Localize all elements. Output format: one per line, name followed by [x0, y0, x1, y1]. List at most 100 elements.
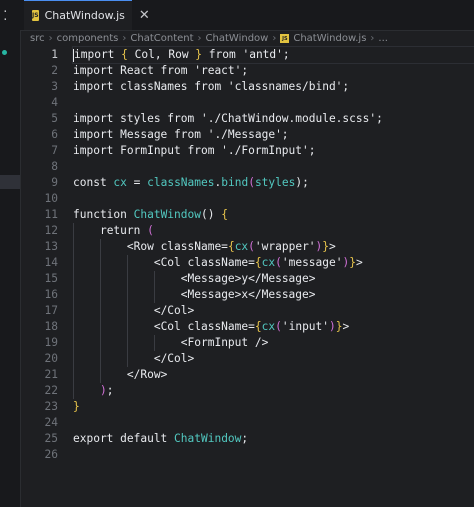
- code-line-12[interactable]: return (: [73, 223, 474, 239]
- indent-guide: [73, 303, 74, 319]
- breadcrumb-chatwindow-folder[interactable]: ChatWindow: [206, 33, 269, 44]
- breadcrumb-src[interactable]: src: [30, 33, 45, 44]
- code-line-4[interactable]: [73, 95, 474, 111]
- more-icon[interactable]: · ·: [2, 6, 9, 25]
- breadcrumb-chatcontent[interactable]: ChatContent: [130, 33, 193, 44]
- code-line-9[interactable]: const cx = classNames.bind(styles);: [73, 175, 474, 191]
- code-line-17[interactable]: </Col>: [73, 303, 474, 319]
- code-token: from: [208, 48, 236, 61]
- code-line-8[interactable]: [73, 159, 474, 175]
- indent-guide: [127, 287, 128, 303]
- code-line-23[interactable]: }: [73, 399, 474, 415]
- indent-guide: [73, 271, 74, 287]
- code-token: (: [248, 176, 255, 189]
- code-token: ,: [154, 48, 169, 61]
- code-line-15[interactable]: <Message>y</Message>: [73, 271, 474, 287]
- line-number: 18: [44, 320, 58, 333]
- code-editor[interactable]: 1 2 3 4 5 6 7 8 9 10 11 12 13 14 15 16 1…: [20, 46, 474, 507]
- tab-chatwindow[interactable]: JS ChatWindow.js ✕: [24, 0, 150, 30]
- line-number: 13: [44, 240, 58, 253]
- line-number: 17: [44, 304, 58, 317]
- breadcrumb-symbols[interactable]: ...: [378, 33, 388, 44]
- close-icon[interactable]: ✕: [139, 8, 150, 23]
- code-token: function: [73, 208, 134, 221]
- line-number: 4: [51, 96, 58, 109]
- indent-guide: [154, 271, 155, 287]
- code-token: {: [221, 208, 228, 221]
- code-token: {: [254, 256, 262, 269]
- code-token: </Col>: [153, 304, 195, 317]
- indent-guide: [154, 287, 155, 303]
- code-line-2[interactable]: import React from 'react';: [73, 63, 474, 79]
- line-number-gutter: 1 2 3 4 5 6 7 8 9 10 11 12 13 14 15 16 1…: [20, 47, 58, 463]
- line-number: 2: [51, 64, 58, 77]
- code-line-22[interactable]: );: [73, 383, 474, 399]
- code-line-14[interactable]: <Col className={cx('message')}>: [73, 255, 474, 271]
- code-token: 'message': [281, 256, 343, 269]
- code-line-6[interactable]: import Message from './Message';: [73, 127, 474, 143]
- code-token: (: [147, 224, 154, 237]
- line-number: 3: [51, 80, 58, 93]
- code-token: }: [349, 256, 356, 269]
- line-number: 23: [44, 400, 58, 413]
- indent-guide: [73, 367, 74, 383]
- code-line-7[interactable]: import FormInput from './FormInput';: [73, 143, 474, 159]
- line-number: 22: [44, 384, 58, 397]
- code-line-16[interactable]: <Message>x</Message>: [73, 287, 474, 303]
- code-line-20[interactable]: </Col>: [73, 351, 474, 367]
- indent-guide: [73, 223, 74, 239]
- code-token: );: [295, 176, 309, 189]
- indent-guide: [73, 335, 74, 351]
- code-line-26[interactable]: [73, 447, 474, 463]
- code-line-1[interactable]: import { Col, Row } from 'antd';: [72, 46, 474, 64]
- indent-guide: [100, 271, 101, 287]
- code-token: >: [329, 240, 336, 253]
- line-number: 7: [51, 144, 58, 157]
- code-token: Col: [134, 48, 155, 61]
- line-number: 5: [51, 112, 58, 125]
- code-line-5[interactable]: import styles from './ChatWindow.module.…: [73, 111, 474, 127]
- code-area[interactable]: import { Col, Row } from 'antd'; import …: [72, 46, 474, 463]
- code-line-25[interactable]: export default ChatWindow;: [73, 431, 474, 447]
- code-token: bind: [221, 176, 249, 189]
- line-number: 14: [44, 256, 58, 269]
- code-line-18[interactable]: <Col className={cx('input')}>: [73, 319, 474, 335]
- activity-active-indicator[interactable]: [0, 175, 20, 189]
- code-token: cx: [234, 240, 249, 253]
- indent-guide: [100, 367, 101, 383]
- code-token: <Message>y</Message>: [180, 272, 316, 285]
- breadcrumb-components[interactable]: components: [57, 33, 119, 44]
- code-token: <Col className=: [153, 256, 255, 269]
- code-token: 'antd';: [235, 48, 290, 61]
- code-line-24[interactable]: [73, 415, 474, 431]
- line-number: 24: [44, 416, 58, 429]
- code-token: <Col className=: [153, 320, 255, 333]
- indent-guide: [154, 335, 155, 351]
- code-token: >: [342, 320, 350, 333]
- breadcrumb-file[interactable]: ChatWindow.js: [293, 33, 366, 44]
- activity-bar: · ·: [0, 0, 21, 507]
- code-line-11[interactable]: function ChatWindow() {: [73, 207, 474, 223]
- code-token: <Row className=: [126, 240, 228, 253]
- line-number: 10: [44, 192, 58, 205]
- indent-guide: [100, 303, 101, 319]
- indent-guide: [100, 287, 101, 303]
- status-dot-icon: [2, 50, 7, 55]
- code-token: }: [188, 48, 209, 61]
- code-line-19[interactable]: <FormInput />: [73, 335, 474, 351]
- code-token: cx: [113, 176, 127, 189]
- line-number: 15: [44, 272, 58, 285]
- code-line-3[interactable]: import classNames from 'classnames/bind'…: [73, 79, 474, 95]
- line-number: 9: [51, 176, 58, 189]
- indent-guide: [73, 319, 74, 335]
- indent-guide: [73, 287, 74, 303]
- code-line-13[interactable]: <Row className={cx('wrapper')}>: [73, 239, 474, 255]
- code-token: (: [275, 320, 282, 333]
- code-token: 'input': [281, 320, 330, 333]
- chevron-right-icon: ›: [370, 32, 375, 44]
- code-line-10[interactable]: [73, 191, 474, 207]
- tab-bar: JS ChatWindow.js ✕: [20, 0, 474, 31]
- code-token: </Col>: [153, 352, 195, 365]
- code-token: ): [99, 384, 107, 397]
- code-line-21[interactable]: </Row>: [73, 367, 474, 383]
